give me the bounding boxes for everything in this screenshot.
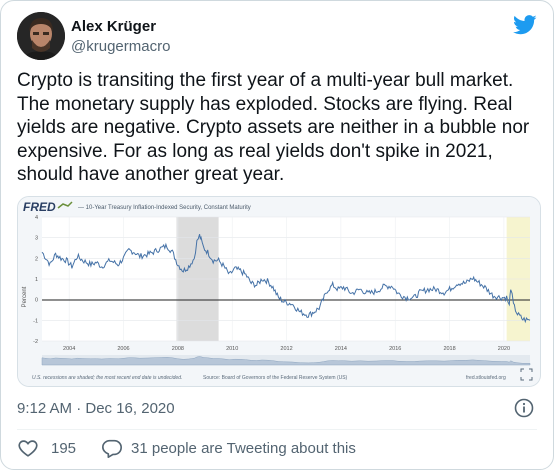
tweeting-about-label: 31 people are Tweeting about this	[131, 439, 356, 457]
timestamp[interactable]: 9:12 AM · Dec 16, 2020	[17, 400, 175, 417]
y-tick-label: 2	[35, 256, 38, 262]
x-tick-label: 2018	[443, 346, 455, 352]
author-handle[interactable]: @krugermacro	[71, 38, 170, 55]
reply-bubble-icon	[102, 439, 122, 458]
y-tick-label: -2	[33, 339, 38, 345]
avatar-portrait	[17, 12, 65, 60]
tweet-card: Alex Krüger @krugermacro Crypto is trans…	[0, 0, 554, 470]
heart-icon	[18, 440, 38, 457]
like-button[interactable]: 195	[17, 436, 76, 460]
fred-chart-image[interactable]: FRED — 10-Year Treasury Inflation-Indexe…	[17, 196, 541, 387]
x-tick-label: 2008	[172, 346, 184, 352]
divider	[17, 429, 537, 430]
y-tick-label: 3	[35, 236, 38, 242]
x-tick-label: 2012	[280, 346, 292, 352]
x-tick-label: 2020	[498, 346, 510, 352]
author-name[interactable]: Alex Krüger	[71, 18, 156, 35]
info-icon[interactable]	[514, 398, 534, 418]
y-axis-label: Percent	[22, 286, 28, 307]
recession-note: U.S. recessions are shaded; the most rec…	[32, 375, 182, 381]
x-tick-label: 2016	[389, 346, 401, 352]
y-tick-label: 1	[35, 277, 38, 283]
y-tick-label: 4	[35, 215, 38, 221]
x-tick-label: 2010	[226, 346, 238, 352]
x-tick-label: 2006	[117, 346, 129, 352]
series-label: — 10-Year Treasury Inflation-Indexed Sec…	[78, 205, 251, 211]
tweeting-about-link[interactable]: 31 people are Tweeting about this	[101, 436, 356, 460]
x-tick-label: 2004	[63, 346, 75, 352]
y-tick-label: -1	[33, 318, 38, 324]
fred-url: fred.stlouisfed.org	[466, 375, 506, 381]
like-count: 195	[51, 439, 77, 457]
avatar[interactable]	[17, 12, 65, 60]
fred-chart: FRED — 10-Year Treasury Inflation-Indexe…	[18, 197, 540, 386]
tweet-text: Crypto is transiting the first year of a…	[17, 70, 535, 185]
source-note: Source: Board of Governors of the Federa…	[203, 375, 348, 381]
y-tick-label: 0	[35, 298, 38, 304]
x-tick-label: 2014	[335, 346, 347, 352]
twitter-bird-icon[interactable]	[513, 15, 537, 35]
fred-logo: FRED	[23, 200, 56, 214]
